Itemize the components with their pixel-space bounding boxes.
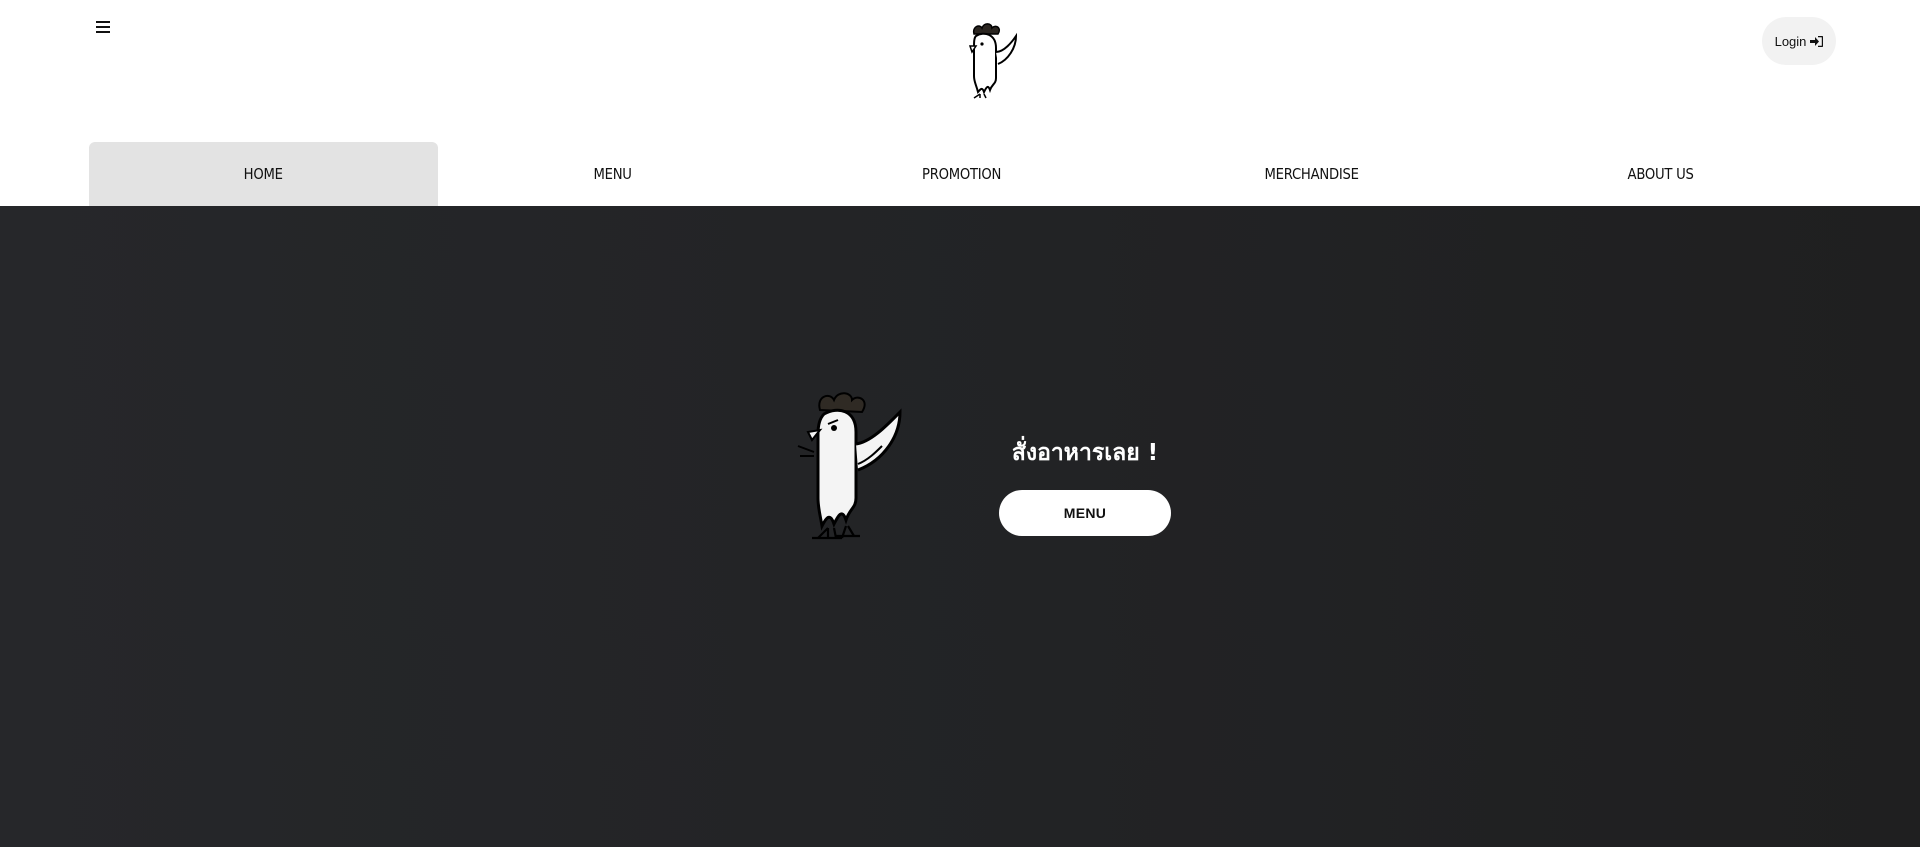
hero-title: สั่งอาหารเลย ! (1011, 440, 1159, 466)
login-label: Login (1774, 33, 1807, 49)
nav-item-menu[interactable]: MENU (459, 142, 766, 206)
chicken-mascot-icon (797, 392, 902, 540)
hero-section: สั่งอาหารเลย ! MENU (0, 206, 1920, 847)
chicken-logo-icon[interactable] (960, 22, 1022, 100)
main-nav: HOME MENU PROMOTION MERCHANDISE ABOUT US (89, 142, 1835, 206)
nav-item-home-label: HOME (244, 165, 284, 183)
site-header: Login HOME MENU PROMOTION MERCHANDISE AB… (0, 0, 1920, 206)
sign-in-icon (1810, 35, 1824, 47)
nav-item-merchandise[interactable]: MERCHANDISE (1158, 142, 1465, 206)
nav-item-promotion[interactable]: PROMOTION (808, 142, 1115, 206)
nav-item-about-us[interactable]: ABOUT US (1507, 142, 1814, 206)
nav-item-home[interactable]: HOME (89, 142, 439, 206)
hamburger-menu-icon[interactable] (94, 18, 112, 36)
login-button[interactable]: Login (1762, 17, 1836, 65)
menu-button[interactable]: MENU (999, 490, 1171, 536)
